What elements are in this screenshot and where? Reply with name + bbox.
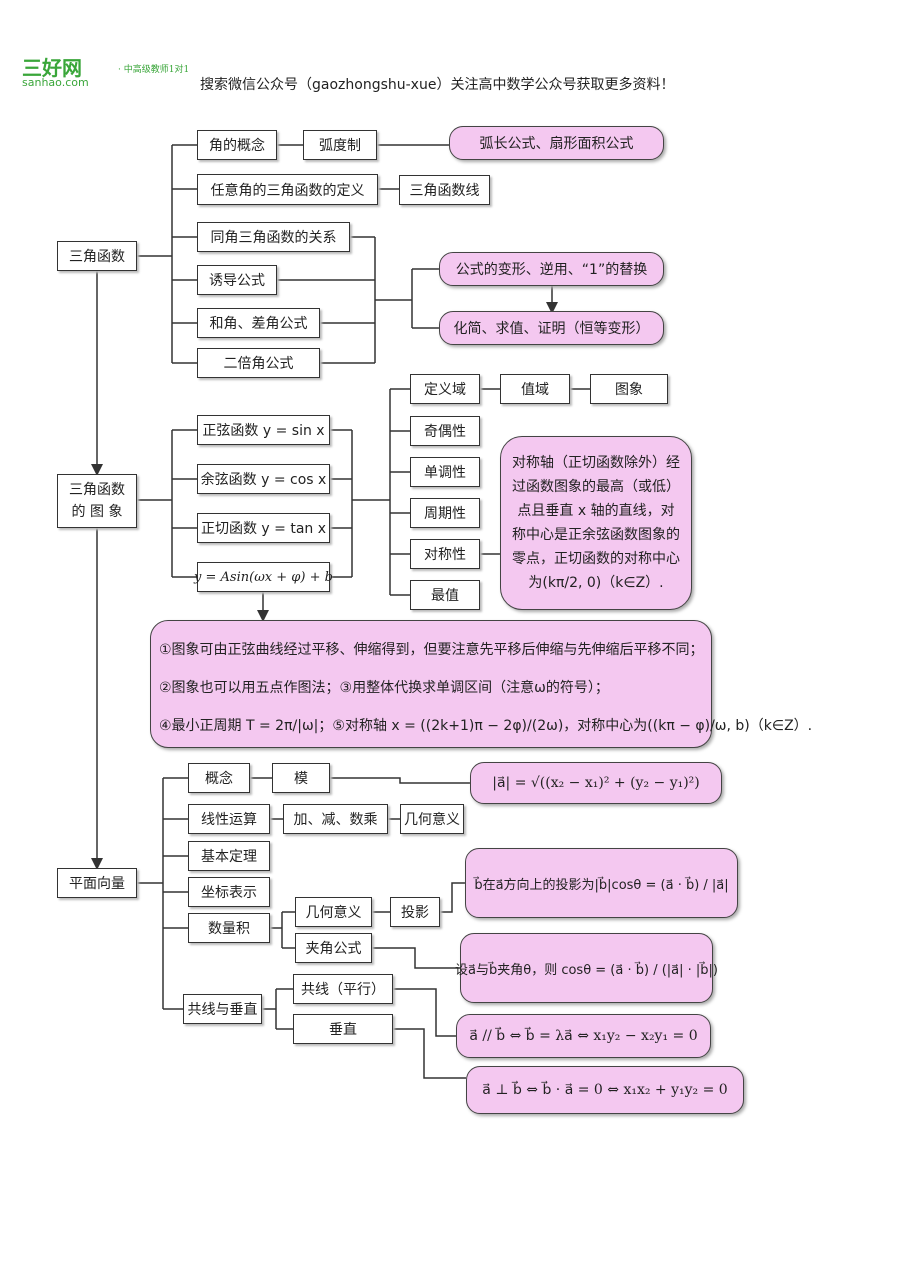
- trig-line: 三角函数线: [399, 175, 490, 205]
- perpendicular: 垂直: [293, 1014, 393, 1044]
- symmetry-note: 对称轴（正切函数除外）经过函数图象的最高（或低）点且垂直 x 轴的直线，对称中心…: [500, 436, 692, 610]
- tan-function: 正切函数 y = tan x: [197, 513, 330, 543]
- arc-formula: 弧长公式、扇形面积公式: [449, 126, 664, 160]
- extreme-box: 最值: [410, 580, 480, 610]
- cos-function: 余弦函数 y = cos x: [197, 464, 330, 494]
- monotonic-box: 单调性: [410, 457, 480, 487]
- period-box: 周期性: [410, 498, 480, 528]
- vector-concept: 概念: [188, 763, 250, 793]
- dot-product: 数量积: [188, 913, 270, 943]
- sum-diff-formula: 和角、差角公式: [197, 308, 320, 338]
- symmetry-box: 对称性: [410, 539, 480, 569]
- vector-modulus: 模: [272, 763, 330, 793]
- same-angle-relation: 同角三角函数的关系: [197, 222, 350, 252]
- basic-theorem: 基本定理: [188, 841, 270, 871]
- graph-note-3: ④最小正周期 T = 2π/|ω|；⑤对称轴 x = ((2k+1)π − 2φ…: [159, 718, 813, 734]
- sin-function: 正弦函数 y = sin x: [197, 415, 330, 445]
- general-sine-function: y = Asin(ωx + φ) + b: [194, 562, 333, 592]
- projection-formula: b⃗在a⃗方向上的投影为|b⃗|cosθ = (a⃗ · b⃗) / |a⃗|: [465, 848, 738, 918]
- geo-meaning-dot: 几何意义: [295, 897, 372, 927]
- vector-root: 平面向量: [57, 868, 137, 898]
- range-box: 值域: [500, 374, 570, 404]
- induction-formula: 诱导公式: [197, 265, 277, 295]
- graph-note-1: ①图象可由正弦曲线经过平移、伸缩得到，但要注意先平移后伸缩与先伸缩后平移不同；: [159, 642, 704, 658]
- collinear-perpendicular: 共线与垂直: [183, 994, 262, 1024]
- radian: 弧度制: [303, 130, 377, 160]
- add-sub-mul: 加、减、数乘: [283, 804, 388, 834]
- trig-root: 三角函数: [57, 241, 137, 271]
- graph-notes: ①图象可由正弦曲线经过平移、伸缩得到，但要注意先平移后伸缩与先伸缩后平移不同； …: [150, 620, 812, 748]
- coordinates: 坐标表示: [188, 877, 270, 907]
- geo-meaning-linear: 几何意义: [400, 804, 464, 834]
- collinear-formula: a⃗ // b⃗ ⇔ b⃗ = λa⃗ ⇔ x₁y₂ − x₂y₁ = 0: [456, 1014, 711, 1058]
- double-angle-formula: 二倍角公式: [197, 348, 320, 378]
- angle-concept: 角的概念: [197, 130, 277, 160]
- modulus-formula: |a⃗| = √((x₂ − x₁)² + (y₂ − y₁)²): [470, 762, 722, 804]
- image-box: 图象: [590, 374, 668, 404]
- graph-root: 三角函数的 图 象: [57, 474, 137, 528]
- parity-box: 奇偶性: [410, 416, 480, 446]
- linear-operations: 线性运算: [188, 804, 270, 834]
- angle-formula-text: 设a⃗与b⃗夹角θ，则 cosθ = (a⃗ · b⃗) / (|a⃗| · |…: [455, 933, 718, 1003]
- collinear: 共线（平行）: [293, 974, 393, 1004]
- projection: 投影: [390, 897, 440, 927]
- graph-note-2: ②图象也可以用五点作图法；③用整体代换求单调区间（注意ω的符号）；: [159, 680, 609, 696]
- angle-formula: 夹角公式: [295, 933, 372, 963]
- domain-box: 定义域: [410, 374, 480, 404]
- any-angle-def: 任意角的三角函数的定义: [197, 174, 378, 205]
- simplify-prove: 化简、求值、证明（恒等变形）: [439, 311, 664, 345]
- formula-transform: 公式的变形、逆用、“1”的替换: [439, 252, 664, 286]
- perpendicular-formula: a⃗ ⊥ b⃗ ⇔ b⃗ · a⃗ = 0 ⇔ x₁x₂ + y₁y₂ = 0: [466, 1066, 744, 1114]
